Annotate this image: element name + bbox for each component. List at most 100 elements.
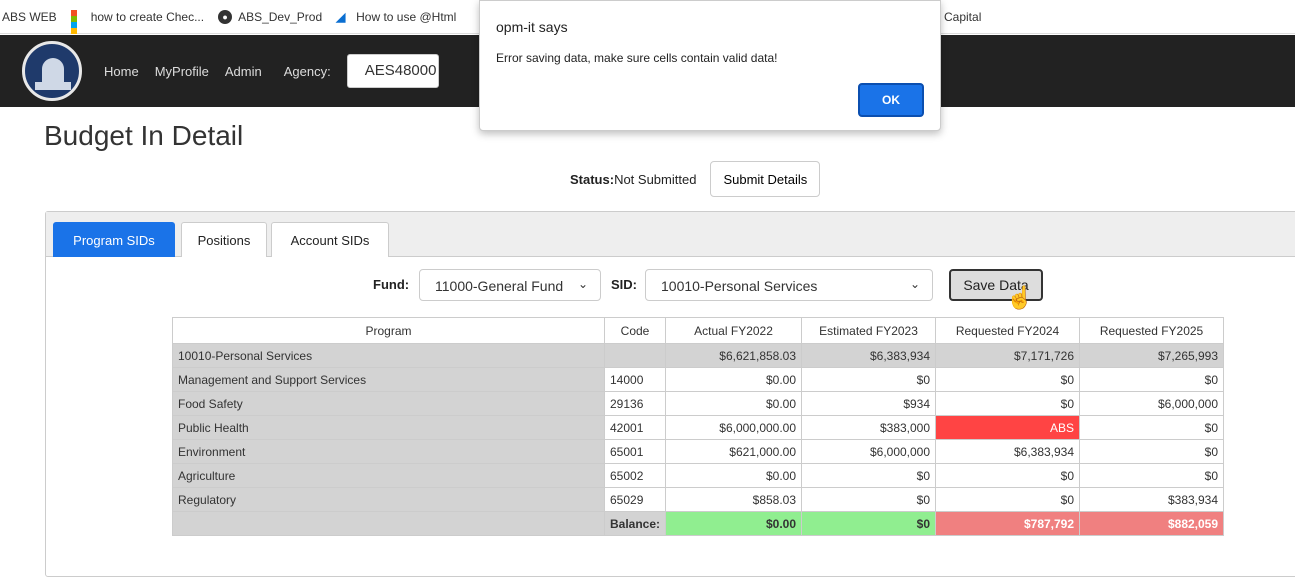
invalid-amount-cell[interactable]: ABS bbox=[935, 415, 1081, 440]
bookmark-label: Capital bbox=[944, 9, 982, 24]
amount-cell[interactable]: $0 bbox=[935, 463, 1081, 488]
summary-value: $7,171,726 bbox=[935, 343, 1081, 368]
program-code: 65001 bbox=[603, 439, 667, 464]
program-name: Management and Support Services bbox=[172, 367, 605, 392]
bookmark-abs-web[interactable]: ABS WEB bbox=[2, 10, 57, 24]
bookmark-abs-dev-prod[interactable]: ● ABS_Dev_Prod bbox=[218, 9, 322, 24]
agency-select[interactable]: AES48000 bbox=[346, 54, 439, 88]
table-row: Agriculture 65002 $0.00 $0 $0 $0 bbox=[172, 463, 1225, 488]
fund-select-value: 11000-General Fund bbox=[435, 278, 564, 294]
tab-account-sids[interactable]: Account SIDs bbox=[271, 222, 389, 257]
alert-dialog: opm-it says Error saving data, make sure… bbox=[479, 0, 941, 131]
program-name: Public Health bbox=[172, 415, 605, 440]
amount-cell[interactable]: $6,000,000.00 bbox=[665, 415, 803, 440]
nav-admin-link[interactable]: Admin bbox=[225, 64, 262, 79]
program-table: Program Code Actual FY2022 Estimated FY2… bbox=[172, 317, 1225, 536]
chevron-down-icon: ⌄ bbox=[909, 277, 920, 291]
amount-cell[interactable]: $0 bbox=[935, 487, 1081, 512]
amount-cell[interactable]: $383,000 bbox=[801, 415, 937, 440]
status-row: Status: Not Submitted Submit Details bbox=[570, 161, 821, 197]
agency-label: Agency: bbox=[283, 63, 331, 79]
balance-row: Balance: $0.00 $0 $787,792 $882,059 bbox=[172, 511, 1225, 536]
col-code: Code bbox=[603, 317, 667, 344]
col-program: Program bbox=[172, 317, 605, 344]
summary-value: $7,265,993 bbox=[1079, 343, 1225, 368]
program-name: Food Safety bbox=[172, 391, 605, 416]
balance-label: Balance: bbox=[603, 511, 667, 536]
summary-value: $6,383,934 bbox=[801, 343, 937, 368]
amount-cell[interactable]: $858.03 bbox=[665, 487, 803, 512]
program-code: 42001 bbox=[603, 415, 667, 440]
table-row: Public Health 42001 $6,000,000.00 $383,0… bbox=[172, 415, 1225, 440]
amount-cell[interactable]: $0.00 bbox=[665, 391, 803, 416]
tab-positions[interactable]: Positions bbox=[181, 222, 267, 257]
table-summary-row: 10010-Personal Services $6,621,858.03 $6… bbox=[172, 343, 1225, 368]
table-header-row: Program Code Actual FY2022 Estimated FY2… bbox=[172, 317, 1225, 344]
summary-code bbox=[603, 343, 667, 368]
col-estimated-fy2023: Estimated FY2023 bbox=[801, 317, 937, 344]
bookmark-how-to-use-html[interactable]: ◢ How to use @Html bbox=[336, 10, 456, 24]
amount-cell[interactable]: $934 bbox=[801, 391, 937, 416]
nav-myprofile-link[interactable]: MyProfile bbox=[155, 64, 209, 79]
program-code: 29136 bbox=[603, 391, 667, 416]
sid-select[interactable]: 10010-Personal Services ⌄ bbox=[645, 269, 933, 301]
balance-value: $882,059 bbox=[1079, 511, 1225, 536]
col-requested-fy2024: Requested FY2024 bbox=[935, 317, 1081, 344]
table-row: Food Safety 29136 $0.00 $934 $0 $6,000,0… bbox=[172, 391, 1225, 416]
bookmark-how-to-create[interactable]: how to create Chec... bbox=[70, 9, 205, 34]
program-code: 14000 bbox=[603, 367, 667, 392]
amount-cell[interactable]: $0 bbox=[1079, 415, 1225, 440]
page-title: Budget In Detail bbox=[44, 120, 244, 151]
bookmark-capital[interactable]: Capital bbox=[944, 10, 981, 24]
github-icon: ● bbox=[218, 9, 233, 24]
microsoft-icon bbox=[70, 9, 85, 34]
amount-cell[interactable]: $0.00 bbox=[665, 463, 803, 488]
bookmark-label: ABS WEB bbox=[2, 9, 57, 24]
amount-cell[interactable]: $621,000.00 bbox=[665, 439, 803, 464]
amount-cell[interactable]: $6,000,000 bbox=[801, 439, 937, 464]
budget-panel: Program SIDs Positions Account SIDs Fund… bbox=[45, 211, 1295, 577]
chevron-down-icon: ⌄ bbox=[577, 277, 588, 291]
program-code: 65029 bbox=[603, 487, 667, 512]
fund-select[interactable]: 11000-General Fund ⌄ bbox=[419, 269, 601, 301]
amount-cell[interactable]: $0.00 bbox=[665, 367, 803, 392]
agency-seal-logo bbox=[22, 41, 82, 101]
program-name: Regulatory bbox=[172, 487, 605, 512]
tab-bar: Program SIDs Positions Account SIDs bbox=[46, 212, 1295, 257]
hand-cursor-icon: ☝ bbox=[1006, 285, 1034, 310]
summary-value: $6,621,858.03 bbox=[665, 343, 803, 368]
submit-details-button[interactable]: Submit Details bbox=[710, 161, 821, 197]
filter-bar: Fund: 11000-General Fund ⌄ SID: 10010-Pe… bbox=[46, 269, 1295, 310]
col-actual-fy2022: Actual FY2022 bbox=[665, 317, 803, 344]
program-code: 65002 bbox=[603, 463, 667, 488]
balance-value: $0 bbox=[801, 511, 937, 536]
tab-program-sids[interactable]: Program SIDs bbox=[53, 222, 175, 257]
program-name: Agriculture bbox=[172, 463, 605, 488]
amount-cell[interactable]: $0 bbox=[1079, 367, 1225, 392]
amount-cell[interactable]: $0 bbox=[1079, 463, 1225, 488]
col-requested-fy2025: Requested FY2025 bbox=[1079, 317, 1225, 344]
sid-label: SID: bbox=[611, 277, 637, 292]
nav-home-link[interactable]: Home bbox=[104, 64, 139, 79]
amount-cell[interactable]: $0 bbox=[935, 391, 1081, 416]
amount-cell[interactable]: $0 bbox=[801, 463, 937, 488]
sid-select-value: 10010-Personal Services bbox=[661, 278, 818, 294]
balance-spacer bbox=[172, 511, 605, 536]
table-row: Environment 65001 $621,000.00 $6,000,000… bbox=[172, 439, 1225, 464]
dialog-ok-button[interactable]: OK bbox=[858, 83, 924, 117]
summary-program: 10010-Personal Services bbox=[172, 343, 605, 368]
bookmark-label: how to create Chec... bbox=[90, 9, 205, 24]
amount-cell[interactable]: $0 bbox=[1079, 439, 1225, 464]
program-name: Environment bbox=[172, 439, 605, 464]
table-row: Management and Support Services 14000 $0… bbox=[172, 367, 1225, 392]
amount-cell[interactable]: $0 bbox=[935, 367, 1081, 392]
balance-value: $0.00 bbox=[665, 511, 803, 536]
amount-cell[interactable]: $0 bbox=[801, 487, 937, 512]
amount-cell[interactable]: $383,934 bbox=[1079, 487, 1225, 512]
status-label: Status: bbox=[570, 171, 615, 187]
amount-cell[interactable]: $6,383,934 bbox=[935, 439, 1081, 464]
amount-cell[interactable]: $6,000,000 bbox=[1079, 391, 1225, 416]
balance-value: $787,792 bbox=[935, 511, 1081, 536]
dialog-title: opm-it says bbox=[496, 19, 568, 35]
amount-cell[interactable]: $0 bbox=[801, 367, 937, 392]
